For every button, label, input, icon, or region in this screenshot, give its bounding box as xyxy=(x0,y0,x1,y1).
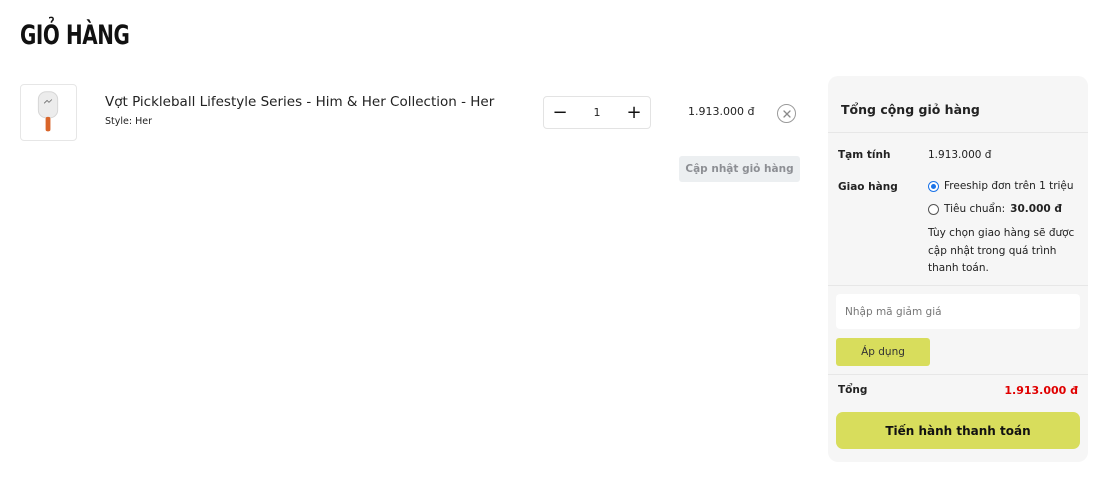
divider xyxy=(828,285,1088,286)
radio-button[interactable] xyxy=(928,180,939,192)
product-variant: Style: Her xyxy=(105,116,152,127)
decrease-quantity-button[interactable]: − xyxy=(544,97,576,128)
shipping-note: Tùy chọn giao hàng sẽ được cập nhật tron… xyxy=(928,227,1075,274)
coupon-input[interactable] xyxy=(836,294,1080,329)
divider xyxy=(828,374,1088,375)
total-label: Tổng xyxy=(838,384,868,396)
shipping-option-freeship[interactable]: Freeship đơn trên 1 triệu xyxy=(928,180,1074,192)
update-cart-button[interactable]: Cập nhật giỏ hàng xyxy=(679,156,800,182)
total-value: 1.913.000 đ xyxy=(1004,384,1078,397)
remove-item-button[interactable] xyxy=(777,104,796,123)
cart-summary-panel: Tổng cộng giỏ hàng Tạm tính 1.913.000 đ … xyxy=(828,76,1088,462)
shipping-option-label: Tiêu chuẩn: xyxy=(944,203,1006,215)
apply-coupon-button[interactable]: Áp dụng xyxy=(836,338,930,366)
subtotal-value: 1.913.000 đ xyxy=(928,149,992,161)
shipping-option-price: 30.000 đ xyxy=(1010,203,1062,215)
checkout-button[interactable]: Tiến hành thanh toán xyxy=(836,412,1080,449)
increase-quantity-button[interactable]: + xyxy=(618,97,650,128)
close-icon xyxy=(782,109,791,118)
product-name[interactable]: Vợt Pickleball Lifestyle Series - Him & … xyxy=(105,94,494,110)
plus-icon: + xyxy=(626,102,642,123)
divider xyxy=(828,132,1088,133)
quantity-input[interactable]: 1 xyxy=(576,106,618,119)
product-thumbnail[interactable] xyxy=(20,84,77,141)
shipping-option-standard[interactable]: Tiêu chuẩn: 30.000 đ xyxy=(928,203,1062,215)
quantity-stepper: − 1 + xyxy=(543,96,651,129)
paddle-image-icon xyxy=(37,91,59,132)
minus-icon: − xyxy=(552,102,568,123)
page-title: GIỎ HÀNG xyxy=(20,20,130,51)
shipping-option-label: Freeship đơn trên 1 triệu xyxy=(944,180,1074,192)
radio-button[interactable] xyxy=(928,203,939,215)
summary-title: Tổng cộng giỏ hàng xyxy=(841,102,980,117)
product-price: 1.913.000 đ xyxy=(688,105,755,118)
subtotal-label: Tạm tính xyxy=(838,149,891,161)
shipping-label: Giao hàng xyxy=(838,181,898,193)
